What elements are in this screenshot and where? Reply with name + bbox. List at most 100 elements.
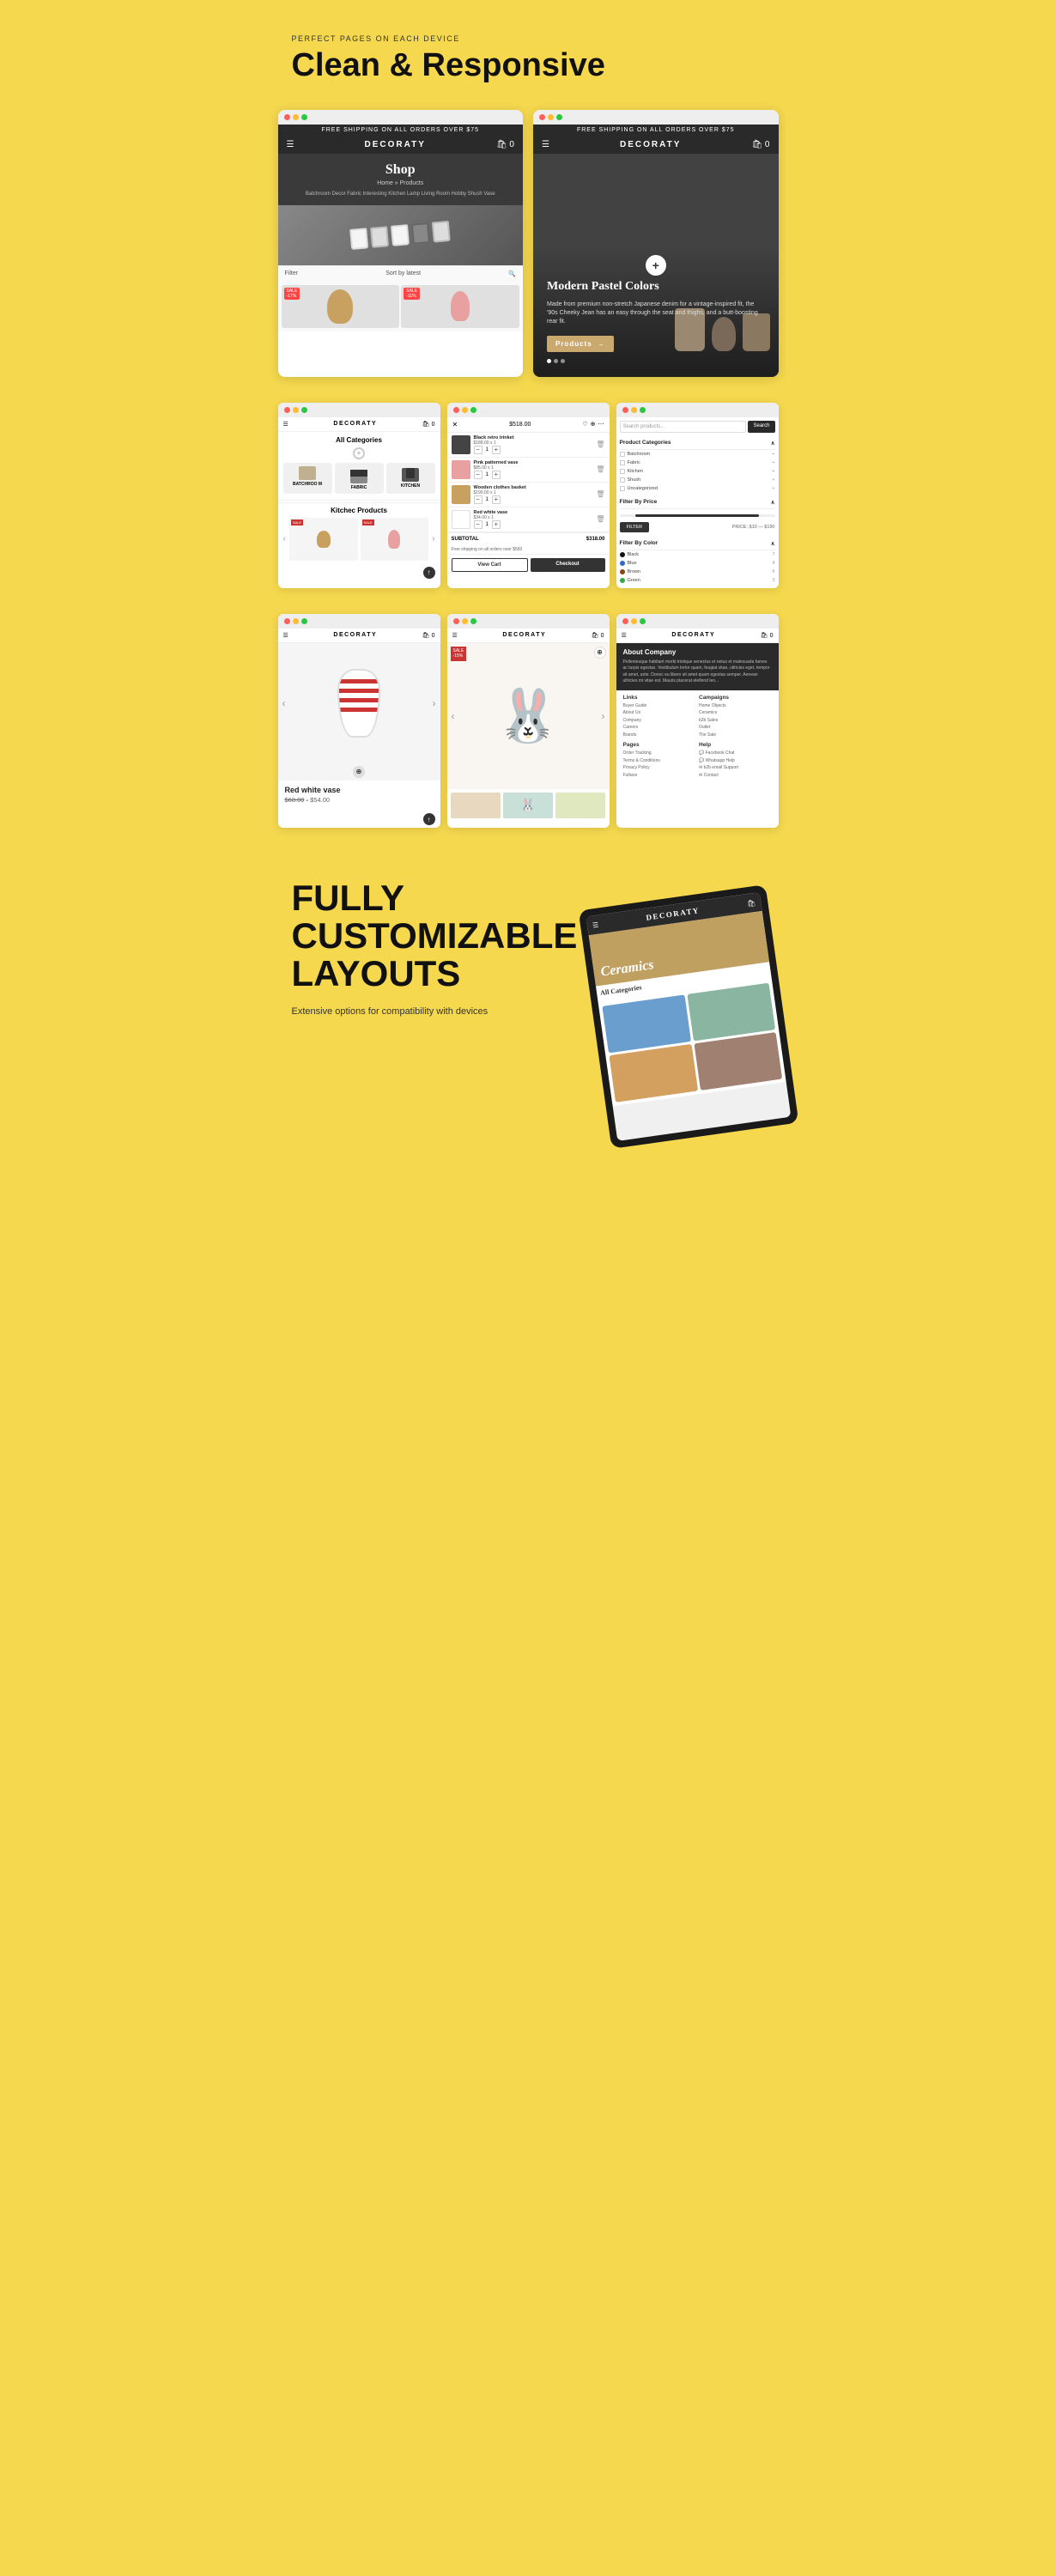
kitchec-nav-right[interactable]: › bbox=[432, 534, 434, 544]
product-cats-toggle[interactable]: ∧ bbox=[771, 440, 775, 447]
products-button[interactable]: Products → bbox=[547, 336, 614, 352]
qty-minus-4[interactable]: − bbox=[474, 520, 482, 529]
nav-right-vase[interactable]: › bbox=[433, 697, 436, 709]
add-cat-icon[interactable]: + bbox=[353, 447, 365, 459]
cart-delete-2[interactable]: 🗑 bbox=[596, 465, 604, 473]
link-home-objects[interactable]: Home Objects bbox=[699, 702, 772, 710]
search-button[interactable]: Search bbox=[748, 421, 774, 433]
filter-color-brown[interactable]: Brown 6 bbox=[620, 568, 775, 576]
close-x-icon[interactable]: ✕ bbox=[452, 421, 458, 428]
kitchec-nav-left[interactable]: ‹ bbox=[283, 534, 286, 544]
nav-right-rabbit[interactable]: › bbox=[602, 710, 605, 722]
filter-cat-uncategorized[interactable]: Uncategorized + bbox=[620, 484, 775, 493]
zoom-icon[interactable]: ⊕ bbox=[353, 766, 365, 778]
tablet-cat-1[interactable] bbox=[603, 994, 691, 1053]
search-icon[interactable]: 🔍 bbox=[508, 270, 516, 277]
dot-3[interactable] bbox=[561, 359, 565, 363]
nav-left-rabbit[interactable]: ‹ bbox=[452, 710, 455, 722]
checkbox-uncategorized[interactable] bbox=[620, 486, 625, 491]
nav-left-vase[interactable]: ‹ bbox=[282, 697, 286, 709]
cart-delete-1[interactable]: 🗑 bbox=[596, 440, 604, 448]
kitchec-item-1[interactable]: SALE bbox=[289, 518, 358, 561]
thumb-3[interactable] bbox=[555, 793, 605, 818]
link-b2b-sales[interactable]: b2b Sales bbox=[699, 717, 772, 725]
tablet-cat-4[interactable] bbox=[694, 1032, 782, 1091]
cat-kitchen[interactable]: KITCHEN bbox=[386, 463, 435, 494]
checkbox-fabric[interactable] bbox=[620, 460, 625, 465]
hamburger-icon[interactable]: ☰ bbox=[287, 140, 294, 149]
qty-plus-2[interactable]: + bbox=[492, 471, 501, 479]
qty-plus-3[interactable]: + bbox=[492, 495, 501, 504]
link-careers[interactable]: Careers bbox=[623, 724, 696, 732]
link-b2b-support[interactable]: ✉ b2b email Support bbox=[699, 764, 772, 772]
cart-8[interactable]: 🛍 0 bbox=[761, 632, 774, 639]
filter-label[interactable]: Filter bbox=[285, 270, 299, 276]
filter-cat-kitchen[interactable]: Kitchen + bbox=[620, 467, 775, 476]
checkbox-shush[interactable] bbox=[620, 477, 625, 483]
price-toggle[interactable]: ∧ bbox=[771, 499, 775, 506]
view-cart-btn[interactable]: View Cart bbox=[452, 558, 528, 572]
hamburger-6[interactable]: ☰ bbox=[283, 632, 288, 639]
search-input[interactable]: Search products... bbox=[620, 421, 747, 433]
filter-cat-shush[interactable]: Shush + bbox=[620, 476, 775, 484]
link-fullsize[interactable]: Fullsize bbox=[623, 772, 696, 780]
hamburger-7[interactable]: ☰ bbox=[452, 632, 458, 639]
plus-button[interactable]: + bbox=[646, 255, 666, 276]
hamburger-8[interactable]: ☰ bbox=[622, 632, 627, 639]
cart-delete-3[interactable]: 🗑 bbox=[596, 490, 604, 498]
link-brands[interactable]: Brands bbox=[623, 732, 696, 739]
link-company[interactable]: Company bbox=[623, 717, 696, 725]
more-icon[interactable]: ⋯ bbox=[598, 421, 604, 428]
cart-6[interactable]: 🛍 0 bbox=[422, 632, 435, 639]
heart-icon[interactable]: ♡ bbox=[582, 421, 587, 428]
link-about[interactable]: About Us bbox=[623, 709, 696, 717]
qty-minus-2[interactable]: − bbox=[474, 471, 482, 479]
qty-minus-3[interactable]: − bbox=[474, 495, 482, 504]
link-ceramics[interactable]: Ceramics bbox=[699, 709, 772, 717]
thumb-2[interactable]: 🐰 bbox=[503, 793, 553, 818]
link-outlet[interactable]: Outlet bbox=[699, 724, 772, 732]
link-terms[interactable]: Terms & Conditions bbox=[623, 757, 696, 765]
filter-color-black[interactable]: Black 7 bbox=[620, 550, 775, 559]
qty-plus-1[interactable]: + bbox=[492, 446, 501, 454]
thumb-1[interactable] bbox=[451, 793, 501, 818]
link-order-tracking[interactable]: Order Tracking bbox=[623, 750, 696, 757]
expand-icon[interactable]: ⊕ bbox=[594, 647, 606, 659]
tablet-hamburger[interactable]: ☰ bbox=[592, 920, 599, 929]
tablet-cat-3[interactable] bbox=[610, 1044, 698, 1103]
product-thumb-1[interactable]: SALE-17% bbox=[282, 285, 400, 328]
cart-3[interactable]: 🛍 0 bbox=[422, 421, 435, 428]
filter-color-blue[interactable]: Blue 4 bbox=[620, 559, 775, 568]
qty-minus-1[interactable]: − bbox=[474, 446, 482, 454]
link-whatsapp[interactable]: 💬 Whatsapp Help bbox=[699, 757, 772, 765]
color-toggle[interactable]: ∧ bbox=[771, 540, 775, 547]
filter-color-green[interactable]: Green 3 bbox=[620, 576, 775, 585]
cat-batchroom[interactable]: BATCHROO M bbox=[283, 463, 332, 494]
product-thumb-2[interactable]: SALE-11% bbox=[401, 285, 519, 328]
cart-icon-left[interactable]: 🛍 0 bbox=[496, 140, 514, 149]
filter-cat-fabric[interactable]: Fabric + bbox=[620, 459, 775, 467]
dot-2[interactable] bbox=[554, 359, 558, 363]
link-buyer[interactable]: Buyer Guide bbox=[623, 702, 696, 710]
checkout-btn[interactable]: Checkout bbox=[531, 558, 605, 572]
hamburger-3[interactable]: ☰ bbox=[283, 421, 288, 428]
filter-cat-batchroom[interactable]: Batchroom + bbox=[620, 450, 775, 459]
dot-1[interactable] bbox=[547, 359, 551, 363]
share-icon[interactable]: ⊕ bbox=[591, 421, 596, 428]
qty-plus-4[interactable]: + bbox=[492, 520, 501, 529]
link-facebook[interactable]: 💬 Facebook Chat bbox=[699, 750, 772, 757]
cart-icon-right[interactable]: 🛍 0 bbox=[751, 140, 769, 149]
sort-label[interactable]: Sort by latest bbox=[385, 270, 421, 276]
kitchec-item-2[interactable]: SALE bbox=[361, 518, 429, 561]
scroll-to-top[interactable]: ↑ bbox=[423, 567, 435, 579]
link-contact[interactable]: ✉ Contact bbox=[699, 772, 772, 780]
filter-apply-btn[interactable]: FILTER bbox=[620, 522, 650, 532]
cart-delete-4[interactable]: 🗑 bbox=[596, 515, 604, 523]
tablet-cart[interactable]: 🛍 bbox=[747, 898, 756, 907]
checkbox-kitchen[interactable] bbox=[620, 469, 625, 474]
cat-fabric[interactable]: FABRIC bbox=[335, 463, 384, 494]
link-the-sale[interactable]: The Sale bbox=[699, 732, 772, 739]
link-privacy[interactable]: Privacy Policy bbox=[623, 764, 696, 772]
scroll-to-top-2[interactable]: ↑ bbox=[423, 813, 435, 825]
hamburger-icon-2[interactable]: ☰ bbox=[542, 140, 549, 149]
